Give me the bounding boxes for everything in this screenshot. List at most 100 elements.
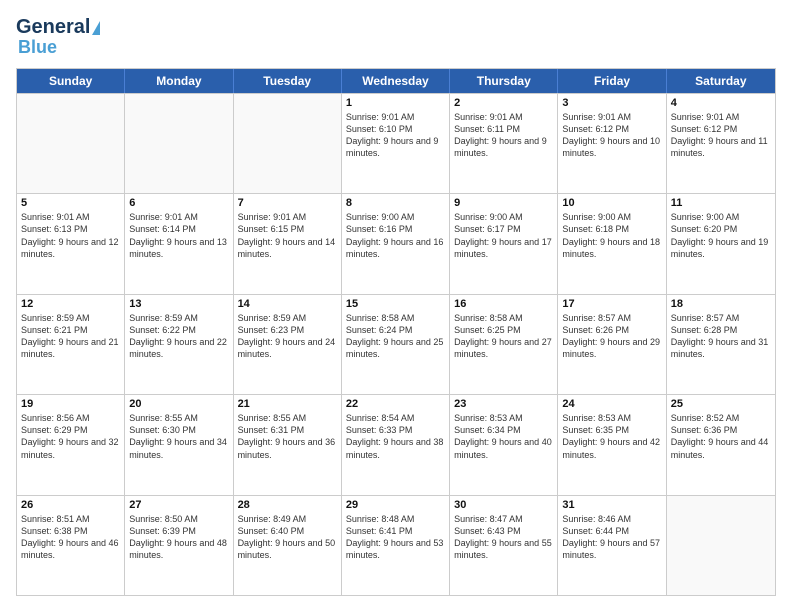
day-number: 30 [454,499,553,511]
day-info: Sunrise: 9:00 AM Sunset: 6:18 PM Dayligh… [562,211,661,260]
calendar-cell: 22Sunrise: 8:54 AM Sunset: 6:33 PM Dayli… [342,395,450,494]
day-info: Sunrise: 9:01 AM Sunset: 6:10 PM Dayligh… [346,111,445,160]
day-info: Sunrise: 8:59 AM Sunset: 6:21 PM Dayligh… [21,312,120,361]
day-info: Sunrise: 9:01 AM Sunset: 6:12 PM Dayligh… [562,111,661,160]
calendar-cell [125,94,233,193]
day-number: 7 [238,197,337,209]
calendar-cell [234,94,342,193]
calendar-cell: 29 Sunrise: 8:48 AM Sunset: 6:41 PM Dayli… [342,496,450,595]
day-number: 16 [454,298,553,310]
day-number: 29 [346,499,445,511]
calendar-cell [17,94,125,193]
day-info: Sunrise: 8:55 AM Sunset: 6:31 PM Dayligh… [238,412,337,461]
calendar-row: 26Sunrise: 8:51 AM Sunset: 6:38 PM Dayli… [17,495,775,595]
day-info: Sunrise: 9:00 AM Sunset: 6:16 PM Dayligh… [346,211,445,260]
day-number: 10 [562,197,661,209]
day-number: 20 [129,398,228,410]
calendar-cell: 21 Sunrise: 8:55 AM Sunset: 6:31 PM Dayli… [234,395,342,494]
logo-blue-text: Blue [18,38,57,58]
day-info: Sunrise: 8:59 AM Sunset: 6:23 PM Dayligh… [238,312,337,361]
day-number: 17 [562,298,661,310]
calendar-cell: 16 Sunrise: 8:58 AM Sunset: 6:25 PM Dayli… [450,295,558,394]
calendar-cell: 13Sunrise: 8:59 AM Sunset: 6:22 PM Dayli… [125,295,233,394]
calendar-cell: 15 Sunrise: 8:58 AM Sunset: 6:24 PM Dayli… [342,295,450,394]
day-info: Sunrise: 8:55 AM Sunset: 6:30 PM Dayligh… [129,412,228,461]
calendar-cell: 4Sunrise: 9:01 AM Sunset: 6:12 PM Daylig… [667,94,775,193]
day-number: 11 [671,197,771,209]
calendar-cell: 11 Sunrise: 9:00 AM Sunset: 6:20 PM Dayli… [667,194,775,293]
day-number: 2 [454,97,553,109]
calendar-row: 1 Sunrise: 9:01 AM Sunset: 6:10 PM Daylig… [17,93,775,193]
day-info: Sunrise: 8:56 AM Sunset: 6:29 PM Dayligh… [21,412,120,461]
calendar-cell: 18 Sunrise: 8:57 AM Sunset: 6:28 PM Dayli… [667,295,775,394]
day-info: Sunrise: 8:58 AM Sunset: 6:24 PM Dayligh… [346,312,445,361]
calendar-header-cell: Monday [125,69,233,93]
day-number: 21 [238,398,337,410]
day-number: 15 [346,298,445,310]
header: General Blue [16,16,776,58]
calendar: SundayMondayTuesdayWednesdayThursdayFrid… [16,68,776,596]
calendar-cell: 12Sunrise: 8:59 AM Sunset: 6:21 PM Dayli… [17,295,125,394]
calendar-cell: 20 Sunrise: 8:55 AM Sunset: 6:30 PM Dayli… [125,395,233,494]
day-info: Sunrise: 9:01 AM Sunset: 6:11 PM Dayligh… [454,111,553,160]
day-number: 24 [562,398,661,410]
day-info: Sunrise: 8:57 AM Sunset: 6:28 PM Dayligh… [671,312,771,361]
calendar-cell: 14Sunrise: 8:59 AM Sunset: 6:23 PM Dayli… [234,295,342,394]
calendar-cell: 24 Sunrise: 8:53 AM Sunset: 6:35 PM Dayli… [558,395,666,494]
day-number: 13 [129,298,228,310]
calendar-cell: 30 Sunrise: 8:47 AM Sunset: 6:43 PM Dayli… [450,496,558,595]
calendar-header: SundayMondayTuesdayWednesdayThursdayFrid… [17,69,775,93]
calendar-cell: 1 Sunrise: 9:01 AM Sunset: 6:10 PM Daylig… [342,94,450,193]
calendar-cell: 23 Sunrise: 8:53 AM Sunset: 6:34 PM Dayli… [450,395,558,494]
calendar-cell: 7Sunrise: 9:01 AM Sunset: 6:15 PM Daylig… [234,194,342,293]
day-info: Sunrise: 9:01 AM Sunset: 6:12 PM Dayligh… [671,111,771,160]
day-number: 28 [238,499,337,511]
day-number: 27 [129,499,228,511]
day-number: 23 [454,398,553,410]
day-info: Sunrise: 9:00 AM Sunset: 6:20 PM Dayligh… [671,211,771,260]
day-info: Sunrise: 8:48 AM Sunset: 6:41 PM Dayligh… [346,513,445,562]
calendar-row: 12Sunrise: 8:59 AM Sunset: 6:21 PM Dayli… [17,294,775,394]
calendar-cell: 17 Sunrise: 8:57 AM Sunset: 6:26 PM Dayli… [558,295,666,394]
day-info: Sunrise: 8:57 AM Sunset: 6:26 PM Dayligh… [562,312,661,361]
day-number: 6 [129,197,228,209]
calendar-cell: 25 Sunrise: 8:52 AM Sunset: 6:36 PM Dayli… [667,395,775,494]
day-info: Sunrise: 8:53 AM Sunset: 6:35 PM Dayligh… [562,412,661,461]
day-number: 9 [454,197,553,209]
day-number: 1 [346,97,445,109]
day-info: Sunrise: 9:00 AM Sunset: 6:17 PM Dayligh… [454,211,553,260]
calendar-cell: 28 Sunrise: 8:49 AM Sunset: 6:40 PM Dayli… [234,496,342,595]
calendar-cell: 2 Sunrise: 9:01 AM Sunset: 6:11 PM Daylig… [450,94,558,193]
page: General Blue SundayMondayTuesdayWednesda… [0,0,792,612]
calendar-cell: 3 Sunrise: 9:01 AM Sunset: 6:12 PM Daylig… [558,94,666,193]
calendar-body: 1 Sunrise: 9:01 AM Sunset: 6:10 PM Daylig… [17,93,775,595]
calendar-header-cell: Friday [558,69,666,93]
day-info: Sunrise: 8:58 AM Sunset: 6:25 PM Dayligh… [454,312,553,361]
day-number: 3 [562,97,661,109]
calendar-cell: 19Sunrise: 8:56 AM Sunset: 6:29 PM Dayli… [17,395,125,494]
day-info: Sunrise: 8:49 AM Sunset: 6:40 PM Dayligh… [238,513,337,562]
day-info: Sunrise: 9:01 AM Sunset: 6:14 PM Dayligh… [129,211,228,260]
calendar-header-cell: Thursday [450,69,558,93]
calendar-row: 19Sunrise: 8:56 AM Sunset: 6:29 PM Dayli… [17,394,775,494]
day-number: 5 [21,197,120,209]
day-info: Sunrise: 8:47 AM Sunset: 6:43 PM Dayligh… [454,513,553,562]
calendar-cell: 27Sunrise: 8:50 AM Sunset: 6:39 PM Dayli… [125,496,233,595]
logo-text: General [16,16,100,38]
calendar-cell: 26Sunrise: 8:51 AM Sunset: 6:38 PM Dayli… [17,496,125,595]
calendar-cell [667,496,775,595]
day-number: 26 [21,499,120,511]
day-info: Sunrise: 8:46 AM Sunset: 6:44 PM Dayligh… [562,513,661,562]
calendar-cell: 31 Sunrise: 8:46 AM Sunset: 6:44 PM Dayli… [558,496,666,595]
calendar-header-cell: Saturday [667,69,775,93]
day-number: 31 [562,499,661,511]
day-info: Sunrise: 8:53 AM Sunset: 6:34 PM Dayligh… [454,412,553,461]
day-info: Sunrise: 8:54 AM Sunset: 6:33 PM Dayligh… [346,412,445,461]
day-number: 8 [346,197,445,209]
day-number: 25 [671,398,771,410]
calendar-cell: 10 Sunrise: 9:00 AM Sunset: 6:18 PM Dayli… [558,194,666,293]
day-info: Sunrise: 8:52 AM Sunset: 6:36 PM Dayligh… [671,412,771,461]
calendar-cell: 5Sunrise: 9:01 AM Sunset: 6:13 PM Daylig… [17,194,125,293]
day-number: 18 [671,298,771,310]
calendar-row: 5Sunrise: 9:01 AM Sunset: 6:13 PM Daylig… [17,193,775,293]
